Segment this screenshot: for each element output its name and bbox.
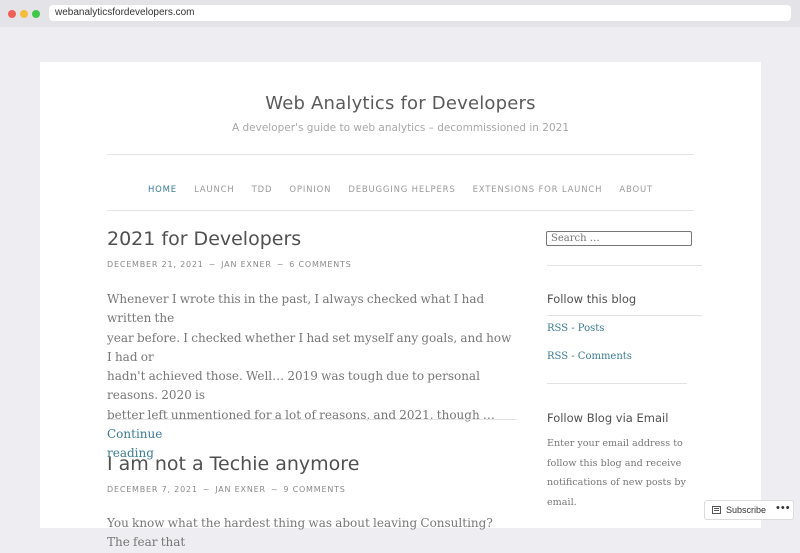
follow-email-description: Enter your email address to follow this … <box>547 434 707 512</box>
nav-launch[interactable]: LAUNCH <box>194 185 234 195</box>
nav-tdd[interactable]: TDD <box>252 185 273 195</box>
search-input[interactable] <box>546 231 692 246</box>
widget-title-divider <box>547 315 702 316</box>
nav-home[interactable]: HOME <box>148 185 177 195</box>
post-meta: DECEMBER 7, 2021 ~ JAN EXNER ~9 COMMENTS <box>107 485 346 494</box>
rss-comments-link[interactable]: RSS - Comments <box>547 351 632 362</box>
rss-posts-link[interactable]: RSS - Posts <box>547 323 604 334</box>
meta-separator: ~ <box>202 485 211 494</box>
continue-reading-link[interactable]: Continue <box>107 427 162 441</box>
post-divider <box>107 419 517 420</box>
sidebar-divider <box>547 383 687 384</box>
text-line: follow this blog and receive <box>547 457 682 469</box>
address-bar[interactable]: webanalyticsfordevelopers.com <box>49 5 791 21</box>
post-author[interactable]: JAN EXNER <box>215 485 266 494</box>
excerpt-line: year before. I checked whether I had set… <box>107 330 512 364</box>
meta-separator: ~ <box>276 260 285 269</box>
post-date[interactable]: DECEMBER 21, 2021 <box>107 260 204 269</box>
post-title[interactable]: 2021 for Developers <box>107 228 301 250</box>
post-excerpt: You know what the hardest thing was abou… <box>107 514 517 553</box>
post-title[interactable]: I am not a Techie anymore <box>107 453 359 475</box>
nav-extensions-for-launch[interactable]: EXTENSIONS FOR LAUNCH <box>473 185 603 195</box>
main-navigation: HOME LAUNCH TDD OPINION DEBUGGING HELPER… <box>40 177 761 196</box>
post-date[interactable]: DECEMBER 7, 2021 <box>107 485 198 494</box>
page-content: Web Analytics for Developers A developer… <box>40 62 761 549</box>
minimize-window-button[interactable] <box>20 10 28 18</box>
site-title[interactable]: Web Analytics for Developers <box>40 93 761 114</box>
post-comments[interactable]: 9 COMMENTS <box>283 485 345 494</box>
excerpt-line: hadn't achieved those. Well… 2019 was to… <box>107 369 480 403</box>
post-meta: DECEMBER 21, 2021 ~ JAN EXNER ~6 COMMENTS <box>107 260 352 269</box>
nav-debugging-helpers[interactable]: DEBUGGING HELPERS <box>348 185 455 195</box>
header-divider <box>107 154 694 155</box>
excerpt-line: You know what the hardest thing was abou… <box>107 516 493 550</box>
text-line: Enter your email address to <box>547 438 683 449</box>
subscribe-button[interactable]: Subscribe <box>726 505 766 515</box>
browser-chrome: webanalyticsfordevelopers.com <box>0 0 800 27</box>
nav-divider <box>107 210 694 211</box>
nav-about[interactable]: ABOUT <box>619 185 653 195</box>
site-description: A developer's guide to web analytics – d… <box>231 122 569 134</box>
text-line: notifications of new posts by <box>547 477 686 488</box>
post-excerpt: Whenever I wrote this in the past, I alw… <box>107 290 517 464</box>
close-window-button[interactable] <box>8 10 16 18</box>
reader-icon <box>712 506 721 514</box>
nav-opinion[interactable]: OPINION <box>289 185 331 195</box>
excerpt-line: Whenever I wrote this in the past, I alw… <box>107 292 485 326</box>
follow-action-bar: Subscribe ••• <box>704 500 794 520</box>
maximize-window-button[interactable] <box>32 10 40 18</box>
meta-separator: ~ <box>270 485 279 494</box>
follow-blog-title: Follow this blog <box>547 292 637 306</box>
excerpt-line: better left unmentioned for a lot of rea… <box>107 406 517 445</box>
post-author[interactable]: JAN EXNER <box>221 260 272 269</box>
meta-separator: ~ <box>208 260 217 269</box>
follow-email-title: Follow Blog via Email <box>547 411 669 425</box>
sidebar-divider <box>547 265 702 266</box>
more-options-icon[interactable]: ••• <box>776 502 791 514</box>
post-comments[interactable]: 6 COMMENTS <box>289 260 351 269</box>
text-line: email. <box>547 496 577 508</box>
